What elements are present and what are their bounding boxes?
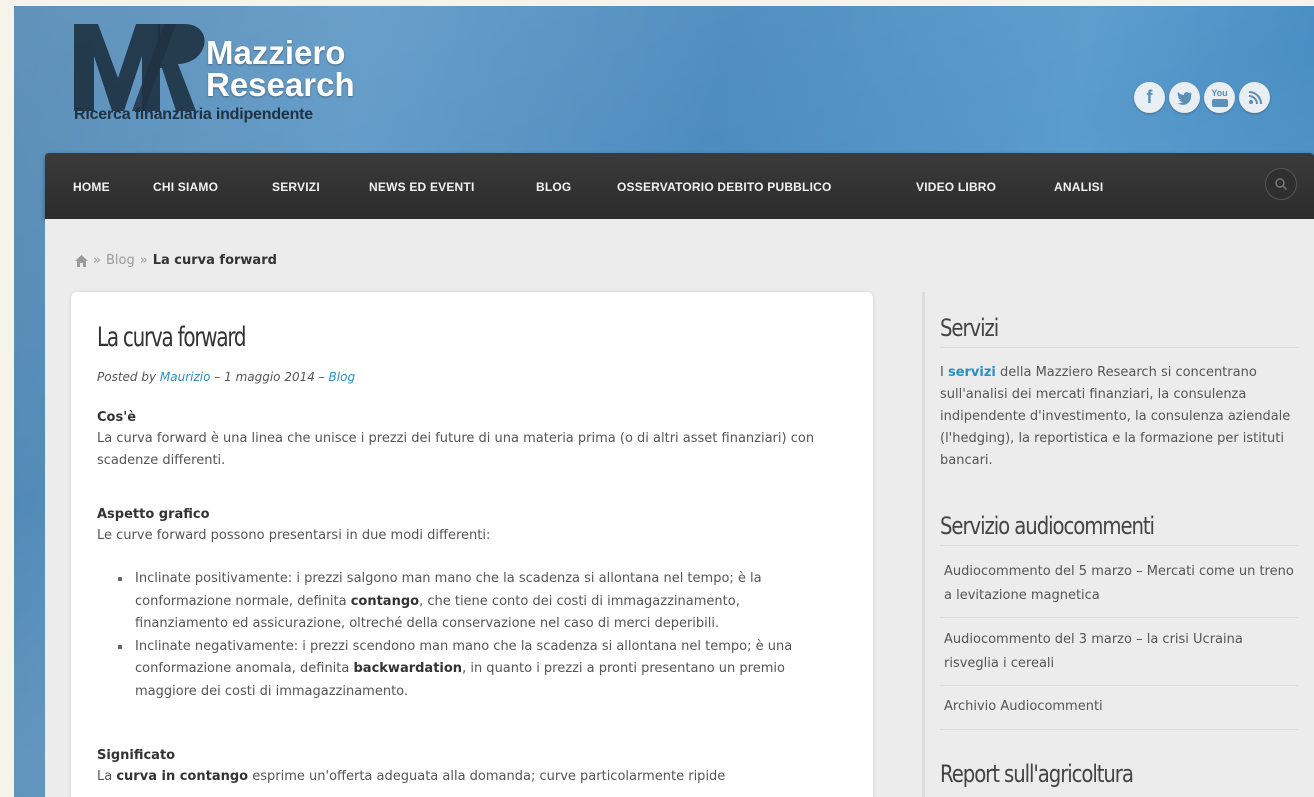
post-title: La curva forward xyxy=(97,322,247,353)
logo-name-line2: Research xyxy=(206,66,355,103)
widget-text-servizi: I servizi della Mazziero Research si con… xyxy=(940,362,1302,472)
list-item: Inclinate negativamente: i prezzi scendo… xyxy=(115,636,835,704)
breadcrumb-separator: » xyxy=(93,253,101,268)
widget-divider xyxy=(940,617,1298,618)
main-nav: HOME CHI SIAMO SERVIZI NEWS ED EVENTI BL… xyxy=(45,153,1314,219)
archivio-audiocommenti-link[interactable]: Archivio Audiocommenti xyxy=(944,695,1294,719)
widget-divider xyxy=(940,729,1298,730)
section-text-significato: La curva in contango esprime un'offerta … xyxy=(97,766,837,788)
significato-pre: La xyxy=(97,769,117,784)
site-logo[interactable]: Mazziero Research Ricerca finanziaria in… xyxy=(72,16,402,131)
mr-logo-mark xyxy=(74,24,205,111)
significato-post: esprime un'offerta adeguata alla domanda… xyxy=(248,769,726,784)
category-link[interactable]: Blog xyxy=(329,370,356,384)
page-frame: Mazziero Research Ricerca finanziaria in… xyxy=(14,6,1314,797)
section-heading-cose: Cos'è xyxy=(97,410,137,425)
logo-tagline: Ricerca finanziaria indipendente xyxy=(74,106,313,123)
post-meta: Posted by Maurizio – 1 maggio 2014 – Blo… xyxy=(97,370,355,384)
meta-sep: – xyxy=(318,370,325,384)
significato-bold: curva in contango xyxy=(116,769,249,784)
meta-prefix: Posted by xyxy=(97,370,157,384)
widget-title-report: Report sull'agricoltura xyxy=(940,760,1134,788)
social-links: f You xyxy=(1134,82,1270,113)
post-card: La curva forward Posted by Maurizio – 1 … xyxy=(71,292,873,797)
nav-item-home[interactable]: HOME xyxy=(73,180,110,194)
nav-item-video-libro[interactable]: VIDEO LIBRO xyxy=(916,180,996,194)
nav-item-blog[interactable]: BLOG xyxy=(536,180,571,194)
twitter-icon[interactable] xyxy=(1169,82,1200,113)
nav-item-servizi[interactable]: SERVIZI xyxy=(272,180,320,194)
logo-name-line1: Mazziero xyxy=(206,34,346,71)
bullet1-bold: contango xyxy=(350,593,420,609)
nav-item-chi-siamo[interactable]: CHI SIAMO xyxy=(153,180,218,194)
breadcrumb: » Blog » La curva forward xyxy=(75,253,277,268)
search-button[interactable] xyxy=(1265,168,1297,200)
widget-title-servizi: Servizi xyxy=(940,314,999,342)
nav-item-analisi[interactable]: ANALISI xyxy=(1054,180,1103,194)
servizi-link[interactable]: servizi xyxy=(948,365,996,380)
servizi-pre: I xyxy=(940,365,948,380)
author-link[interactable]: Maurizio xyxy=(160,370,211,384)
meta-sep: – xyxy=(214,370,221,384)
servizi-post: della Mazziero Research si concentrano s… xyxy=(940,365,1291,468)
search-icon xyxy=(1275,178,1288,191)
bullet2-bold: backwardation xyxy=(353,661,463,676)
widget-divider xyxy=(940,545,1298,546)
widget-divider xyxy=(940,685,1298,686)
audiocommento-link-1[interactable]: Audiocommento del 5 marzo – Mercati come… xyxy=(944,560,1294,608)
audiocommento-link-2[interactable]: Audiocommento del 3 marzo – la crisi Ucr… xyxy=(944,628,1294,676)
widget-divider xyxy=(940,347,1298,348)
nav-item-osservatorio[interactable]: OSSERVATORIO DEBITO PUBBLICO xyxy=(617,180,832,194)
section-heading-significato: Significato xyxy=(97,748,176,763)
rss-icon[interactable] xyxy=(1239,82,1270,113)
sidebar-divider xyxy=(922,292,925,797)
facebook-icon[interactable]: f xyxy=(1134,82,1165,113)
section-heading-aspetto: Aspetto grafico xyxy=(97,507,210,522)
sidebar: Servizi I servizi della Mazziero Researc… xyxy=(922,292,1298,797)
section-text-cose: La curva forward è una linea che unisce … xyxy=(97,431,815,468)
youtube-label: You xyxy=(1211,87,1228,98)
youtube-icon[interactable]: You xyxy=(1204,82,1235,113)
breadcrumb-current: La curva forward xyxy=(152,253,277,268)
nav-item-news-ed-eventi[interactable]: NEWS ED EVENTI xyxy=(369,180,474,194)
home-icon[interactable] xyxy=(75,254,88,267)
post-date: 1 maggio 2014 xyxy=(224,370,315,384)
breadcrumb-blog[interactable]: Blog xyxy=(106,253,135,268)
bullet-list: Inclinate positivamente: i prezzi salgon… xyxy=(115,568,835,703)
list-item: Inclinate positivamente: i prezzi salgon… xyxy=(115,568,835,636)
breadcrumb-separator: » xyxy=(139,253,148,268)
content-area: » Blog » La curva forward La curva forwa… xyxy=(45,219,1314,797)
widget-title-audiocommenti: Servizio audiocommenti xyxy=(940,512,1155,540)
section-text-aspetto: Le curve forward possono presentarsi in … xyxy=(97,528,491,543)
